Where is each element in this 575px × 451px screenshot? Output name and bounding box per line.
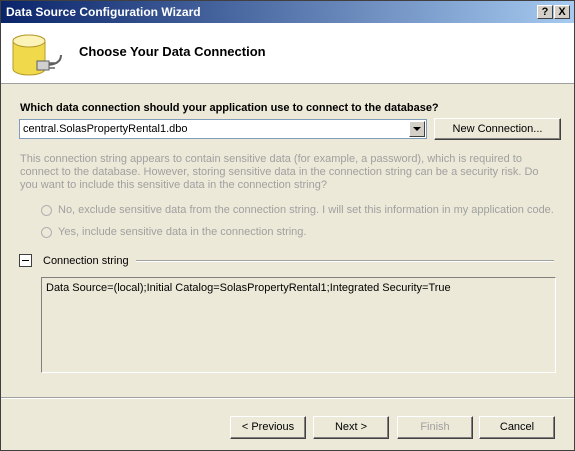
page-title: Choose Your Data Connection bbox=[79, 44, 266, 59]
chevron-down-icon[interactable] bbox=[409, 121, 425, 137]
new-connection-button[interactable]: New Connection... bbox=[434, 118, 561, 140]
connection-string-box[interactable]: Data Source=(local);Initial Catalog=Sola… bbox=[41, 277, 556, 373]
exclude-sensitive-label: No, exclude sensitive data from the conn… bbox=[58, 204, 554, 216]
footer-separator bbox=[1, 397, 574, 399]
title-bar[interactable]: Data Source Configuration Wizard ? X bbox=[1, 1, 574, 23]
sensitive-data-message: This connection string appears to contai… bbox=[20, 153, 539, 191]
database-plug-icon bbox=[12, 34, 62, 76]
exclude-sensitive-radio[interactable] bbox=[41, 205, 52, 216]
connection-dropdown[interactable]: central.SolasPropertyRental1.dbo bbox=[19, 119, 427, 139]
next-button[interactable]: Next > bbox=[313, 416, 389, 439]
section-divider bbox=[136, 260, 554, 262]
finish-button[interactable]: Finish bbox=[397, 416, 473, 439]
connection-question: Which data connection should your applic… bbox=[20, 102, 439, 114]
connection-dropdown-value: central.SolasPropertyRental1.dbo bbox=[23, 123, 188, 135]
close-button[interactable]: X bbox=[554, 5, 570, 19]
help-button[interactable]: ? bbox=[537, 5, 553, 19]
wizard-window: Data Source Configuration Wizard ? X Cho… bbox=[0, 0, 575, 451]
collapse-toggle-icon[interactable] bbox=[19, 254, 32, 267]
previous-button[interactable]: < Previous bbox=[230, 416, 306, 439]
include-sensitive-radio[interactable] bbox=[41, 227, 52, 238]
cancel-button[interactable]: Cancel bbox=[479, 416, 555, 439]
connection-string-value: Data Source=(local);Initial Catalog=Sola… bbox=[46, 282, 451, 294]
include-sensitive-label: Yes, include sensitive data in the conne… bbox=[58, 226, 307, 238]
connection-string-label: Connection string bbox=[43, 255, 129, 267]
window-title: Data Source Configuration Wizard bbox=[6, 5, 201, 19]
wizard-header: Choose Your Data Connection bbox=[1, 23, 574, 84]
